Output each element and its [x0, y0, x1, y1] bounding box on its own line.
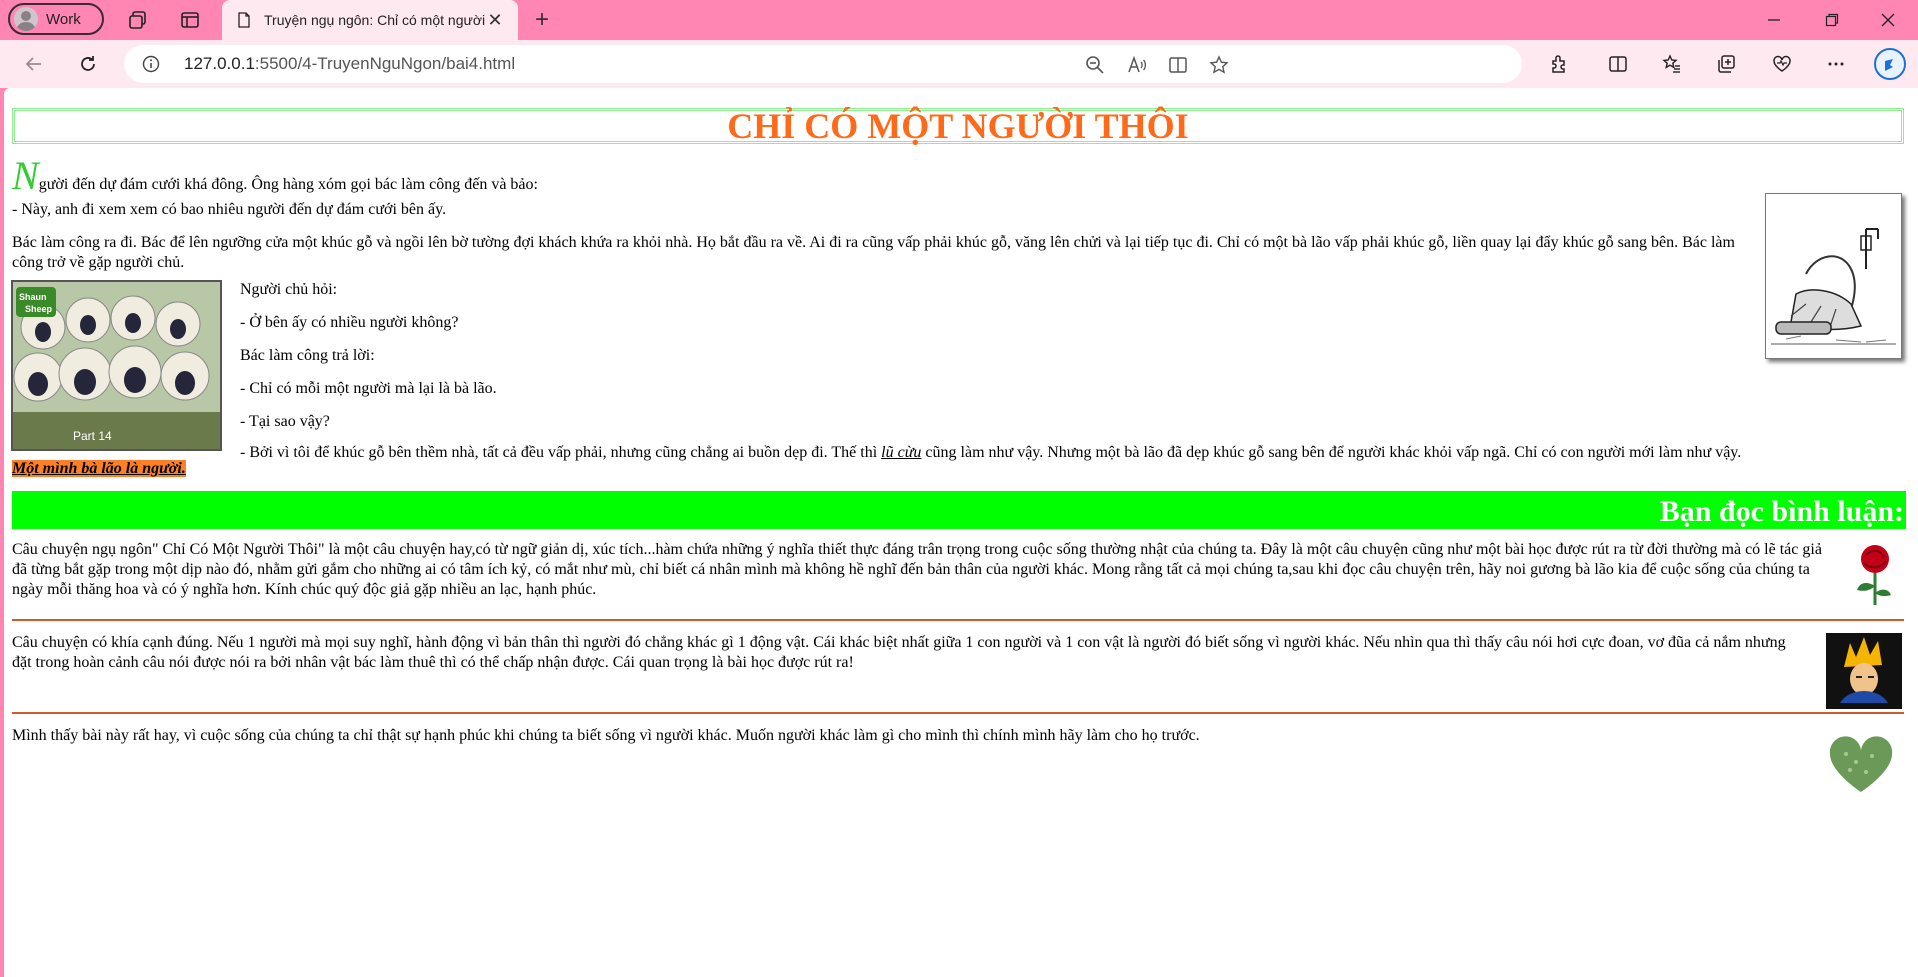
vertical-tabs-icon[interactable]: [176, 6, 204, 34]
dialog-final-text: - Bởi vì tôi để khúc gỗ bên thềm nhà, tấ…: [240, 444, 882, 461]
collections-icon[interactable]: [1712, 50, 1740, 78]
green-heart-image: [1822, 726, 1900, 804]
close-window-icon[interactable]: [1868, 6, 1908, 34]
drop-cap: N: [12, 153, 39, 198]
tab-title: Truyện ngụ ngôn: Chỉ có một người thôi: [264, 12, 486, 28]
web-page: CHỈ CÓ MỘT NGƯỜI THÔI Người đến dự đám c…: [4, 88, 1918, 977]
comments-heading: Bạn đọc bình luận:: [1659, 495, 1904, 528]
goku-avatar: [1826, 633, 1902, 709]
comment-3: Mình thấy bài này rất hay, vì cuộc sống …: [12, 727, 1200, 744]
title-box: CHỈ CÓ MỘT NGƯỜI THÔI: [12, 108, 1904, 144]
dialog-final: - Bởi vì tôi để khúc gỗ bên thềm nhà, tấ…: [240, 443, 1910, 463]
favorites-icon[interactable]: [1658, 50, 1686, 78]
dialog-line: - Chỉ có mỗi một người mà lại là bà lão.: [240, 380, 497, 397]
url-text: 127.0.0.1:5500/4-TruyenNguNgon/bai4.html: [184, 54, 515, 74]
more-options-icon[interactable]: [1822, 50, 1850, 78]
url-path: :5500/4-TruyenNguNgon/bai4.html: [254, 54, 516, 73]
story-paragraph-3: Bác làm công ra đi. Bác để lên ngưỡng cử…: [12, 234, 1735, 271]
document-icon: [238, 12, 250, 28]
comment-2: Câu chuyện có khía cạnh đúng. Nếu 1 ngườ…: [12, 634, 1786, 671]
comment-divider: [12, 712, 1904, 714]
profile-label: Work: [46, 10, 81, 28]
comment-divider: [12, 619, 1904, 621]
tab-strip: Work Truyện ngụ ngôn: Chỉ có một người t…: [0, 0, 1918, 40]
url-host: 127.0.0.1: [184, 54, 255, 73]
immersive-reader-icon[interactable]: [1167, 54, 1189, 76]
dialog-line: Bác làm công trả lời:: [240, 347, 375, 364]
comment-1: Câu chuyện ngụ ngôn" Chỉ Có Một Người Th…: [12, 541, 1822, 598]
old-woman-illustration: [1765, 193, 1902, 359]
refresh-icon[interactable]: [74, 50, 102, 78]
new-tab-icon[interactable]: +: [528, 6, 556, 34]
zoom-icon[interactable]: [1084, 54, 1106, 76]
dialog-final-text-2: cũng làm như vậy. Nhưng một bà lão đã dẹ…: [921, 444, 1742, 461]
restore-icon[interactable]: [1812, 6, 1852, 34]
shaun-the-sheep-image: Shaun Sheep Part 14: [11, 280, 222, 451]
back-icon[interactable]: [20, 50, 48, 78]
rose-image: [1850, 541, 1900, 606]
extensions-icon[interactable]: [1546, 50, 1574, 78]
lu-cuu-link[interactable]: lũ cừu: [881, 444, 921, 461]
site-info-icon[interactable]: [142, 55, 160, 78]
address-bar[interactable]: 127.0.0.1:5500/4-TruyenNguNgon/bai4.html: [124, 45, 1522, 83]
workspaces-icon[interactable]: [124, 6, 152, 34]
profile-button[interactable]: Work: [8, 3, 104, 35]
page-title: CHỈ CÓ MỘT NGƯỜI THÔI: [727, 106, 1189, 146]
split-screen-icon[interactable]: [1604, 50, 1632, 78]
sheep-caption: Part 14: [73, 429, 112, 443]
moral-highlight: Một mình bà lão là người.: [12, 459, 186, 479]
sheep-badge: Shaun: [19, 292, 47, 302]
performance-heart-icon[interactable]: [1768, 50, 1796, 78]
bing-copilot-icon[interactable]: [1872, 46, 1908, 82]
toolbar: 127.0.0.1:5500/4-TruyenNguNgon/bai4.html: [0, 40, 1918, 88]
minimize-icon[interactable]: [1754, 6, 1794, 34]
moral-highlight-text: Một mình bà lão là người.: [12, 460, 186, 477]
favorite-star-icon[interactable]: [1208, 54, 1230, 76]
story-paragraph-2: - Này, anh đi xem xem có bao nhiêu người…: [12, 201, 447, 218]
avatar: [14, 7, 38, 31]
tab-active[interactable]: Truyện ngụ ngôn: Chỉ có một người thôi ✕: [222, 0, 518, 40]
dialog-line: - Ở bên ấy có nhiều người không?: [240, 314, 459, 331]
dialog-line: Người chủ hỏi:: [240, 281, 338, 298]
comments-heading-bar: Bạn đọc bình luận:: [12, 491, 1906, 529]
dialog-line: - Tại sao vậy?: [240, 413, 330, 430]
read-aloud-icon[interactable]: [1126, 54, 1148, 76]
story-paragraph-1-text: gười đến dự đám cưới khá đông. Ông hàng …: [38, 176, 538, 193]
close-tab-icon[interactable]: ✕: [486, 10, 504, 31]
sheep-badge-2: Sheep: [25, 304, 53, 314]
